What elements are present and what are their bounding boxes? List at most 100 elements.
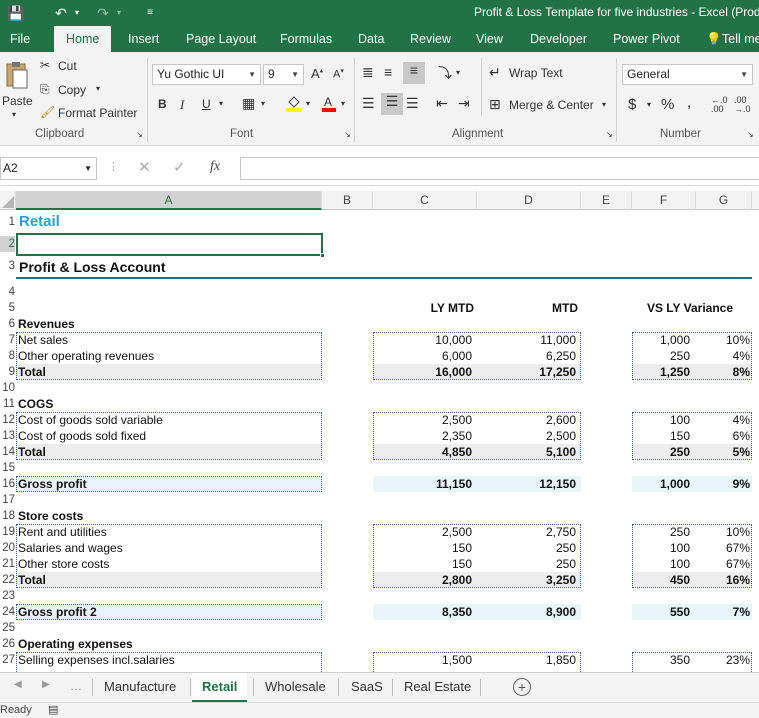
orientation-icon[interactable]: ⤵ [438,63,452,83]
redo-icon[interactable]: ↷ [94,4,112,22]
font-color-dropdown-icon[interactable]: ▾ [341,99,345,108]
number-format-combo[interactable]: General ▼ [622,64,753,85]
undo-icon[interactable]: ↶ [52,4,70,22]
chevron-down-icon[interactable]: ▼ [84,158,92,179]
tell-me-search[interactable]: Tell me [722,26,759,52]
tab-page-layout[interactable]: Page Layout [186,26,256,52]
fill-color-dropdown-icon[interactable]: ▾ [306,99,310,108]
row-header[interactable]: 21 [0,556,15,572]
row-header[interactable]: 10 [0,380,15,396]
column-header-c[interactable]: C [373,191,477,210]
row-header[interactable]: 17 [0,492,15,508]
merge-dropdown-icon[interactable]: ▾ [602,100,606,109]
currency-dropdown-icon[interactable]: ▾ [647,100,651,109]
wrap-text-button[interactable]: Wrap Text [509,66,563,80]
add-sheet-icon[interactable]: + [513,678,531,696]
row-header[interactable]: 20 [0,540,15,556]
undo-dropdown-icon[interactable]: ▾ [72,4,82,22]
alignment-launcher-icon[interactable]: ↘ [606,130,613,139]
row-header[interactable]: 24 [0,604,15,620]
borders-icon[interactable]: ▦ [242,95,255,112]
row-header[interactable]: 25 [0,620,15,636]
clipboard-launcher-icon[interactable]: ↘ [136,130,143,139]
copy-button[interactable]: Copy [58,83,86,97]
save-icon[interactable]: 💾 [6,4,26,22]
decrease-indent-icon[interactable]: ⇤ [436,95,448,112]
selected-cell-a2[interactable] [16,233,325,258]
decrease-decimal-icon[interactable]: .00 →.0 [734,96,751,114]
more-sheets-icon[interactable]: … [70,679,82,693]
italic-button[interactable]: I [180,97,184,113]
row-header[interactable]: 1 [0,214,15,230]
row-header[interactable]: 16 [0,476,15,492]
sheet-tab-manufacture[interactable]: Manufacture [94,673,186,702]
row-header[interactable]: 3 [0,258,15,274]
name-box[interactable]: A2 ▼ [0,157,97,180]
row-header[interactable]: 14 [0,444,15,460]
row-header[interactable]: 5 [0,300,15,316]
align-middle-icon[interactable]: ≡ [384,64,392,80]
copy-icon[interactable]: ⎘ [40,82,50,97]
merge-center-icon[interactable]: ⊞ [489,96,501,113]
increase-font-size-icon[interactable]: A▴ [311,66,323,81]
bold-button[interactable]: B [158,97,167,111]
row-header[interactable]: 13 [0,428,15,444]
row-header[interactable]: 26 [0,636,15,652]
row-header[interactable]: 18 [0,508,15,524]
tab-formulas[interactable]: Formulas [280,26,332,52]
row-header[interactable]: 12 [0,412,15,428]
tab-data[interactable]: Data [358,26,384,52]
row-header[interactable]: 2 [0,236,15,252]
tab-view[interactable]: View [476,26,503,52]
align-top-icon[interactable]: ≣ [362,64,374,81]
sheet-tab-real-estate[interactable]: Real Estate [394,673,481,702]
cut-button[interactable]: Cut [58,59,77,73]
number-launcher-icon[interactable]: ↘ [747,130,754,139]
borders-dropdown-icon[interactable]: ▾ [261,99,265,108]
sheet-tab-wholesale[interactable]: Wholesale [255,673,336,702]
currency-button[interactable]: $ [628,96,636,113]
row-header[interactable]: 22 [0,572,15,588]
row-header[interactable]: 11 [0,396,15,412]
font-name-combo[interactable]: Yu Gothic UI ▼ [152,64,261,85]
row-header[interactable]: 6 [0,316,15,332]
column-header-d[interactable]: D [477,191,581,210]
font-color-icon[interactable]: A [321,94,337,115]
row-header[interactable]: 23 [0,588,15,604]
percent-button[interactable]: % [661,96,674,113]
row-header[interactable]: 15 [0,460,15,476]
underline-button[interactable]: U [202,97,211,111]
scroll-tabs-left-icon[interactable]: ◀ [14,679,22,690]
row-header[interactable]: 19 [0,524,15,540]
format-painter-button[interactable]: Format Painter [58,106,137,120]
fill-color-icon[interactable] [285,94,303,115]
align-center-icon[interactable]: ☰ [381,93,403,115]
underline-dropdown-icon[interactable]: ▾ [219,99,223,108]
copy-dropdown-icon[interactable]: ▾ [96,84,100,93]
sheet-tab-saas[interactable]: SaaS [341,673,393,702]
row-header[interactable]: 8 [0,348,15,364]
tab-power-pivot[interactable]: Power Pivot [613,26,680,52]
tab-review[interactable]: Review [410,26,451,52]
comma-button[interactable]: , [687,94,691,111]
worksheet-grid[interactable]: 1 2 3 4 5 6 7 8 9 10 11 12 13 14 15 16 1… [0,210,759,672]
column-header-e[interactable]: E [581,191,632,210]
tab-home[interactable]: Home [54,26,112,52]
sheet-tab-retail[interactable]: Retail [192,673,248,702]
row-header[interactable]: 4 [0,284,15,300]
insert-function-icon[interactable]: fx [210,159,220,175]
scroll-tabs-right-icon[interactable]: ▶ [42,679,50,690]
format-painter-icon[interactable]: 🖌 [40,105,55,119]
align-bottom-icon[interactable]: ≡ [403,62,425,84]
cancel-icon[interactable]: ✕ [138,158,151,176]
tab-file[interactable]: File [10,26,30,52]
wrap-text-icon[interactable]: ↵ [489,64,501,81]
formula-input[interactable] [240,157,759,180]
column-header-g[interactable]: G [696,191,752,210]
increase-indent-icon[interactable]: ⇥ [458,95,470,112]
fill-handle[interactable] [320,253,325,258]
align-right-icon[interactable]: ☰ [406,95,419,112]
enter-icon[interactable]: ✓ [173,158,186,176]
paste-dropdown-icon[interactable]: ▾ [12,110,16,119]
paste-icon[interactable] [4,60,32,90]
